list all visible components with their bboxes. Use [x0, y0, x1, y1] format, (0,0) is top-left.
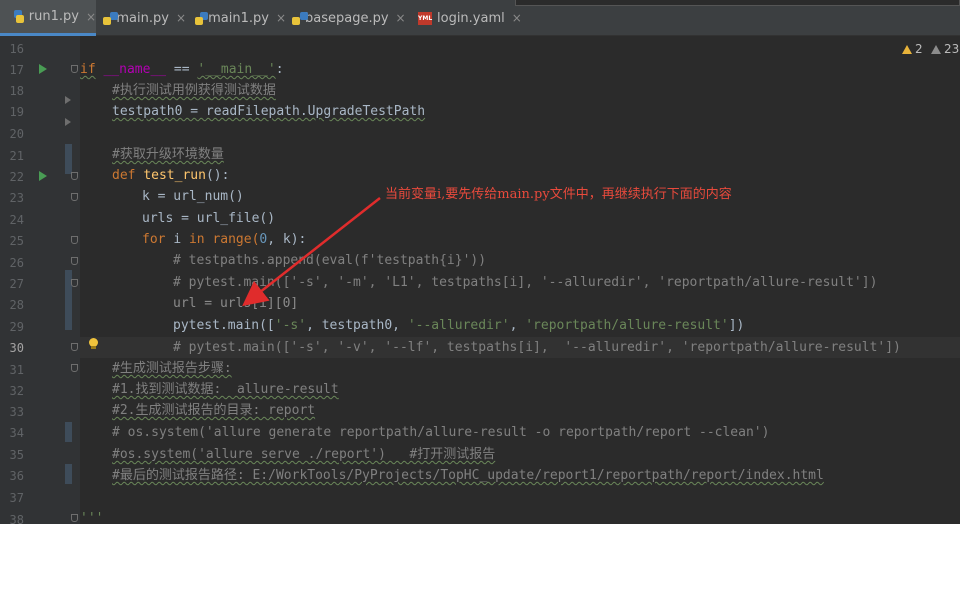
- ide-window: run1.py × main.py × main1.py × basepage.…: [0, 0, 960, 524]
- annotation-text: 当前变量i,要先传给main.py文件中，再继续执行下面的内容: [385, 187, 732, 202]
- annotation-arrow: [242, 197, 381, 307]
